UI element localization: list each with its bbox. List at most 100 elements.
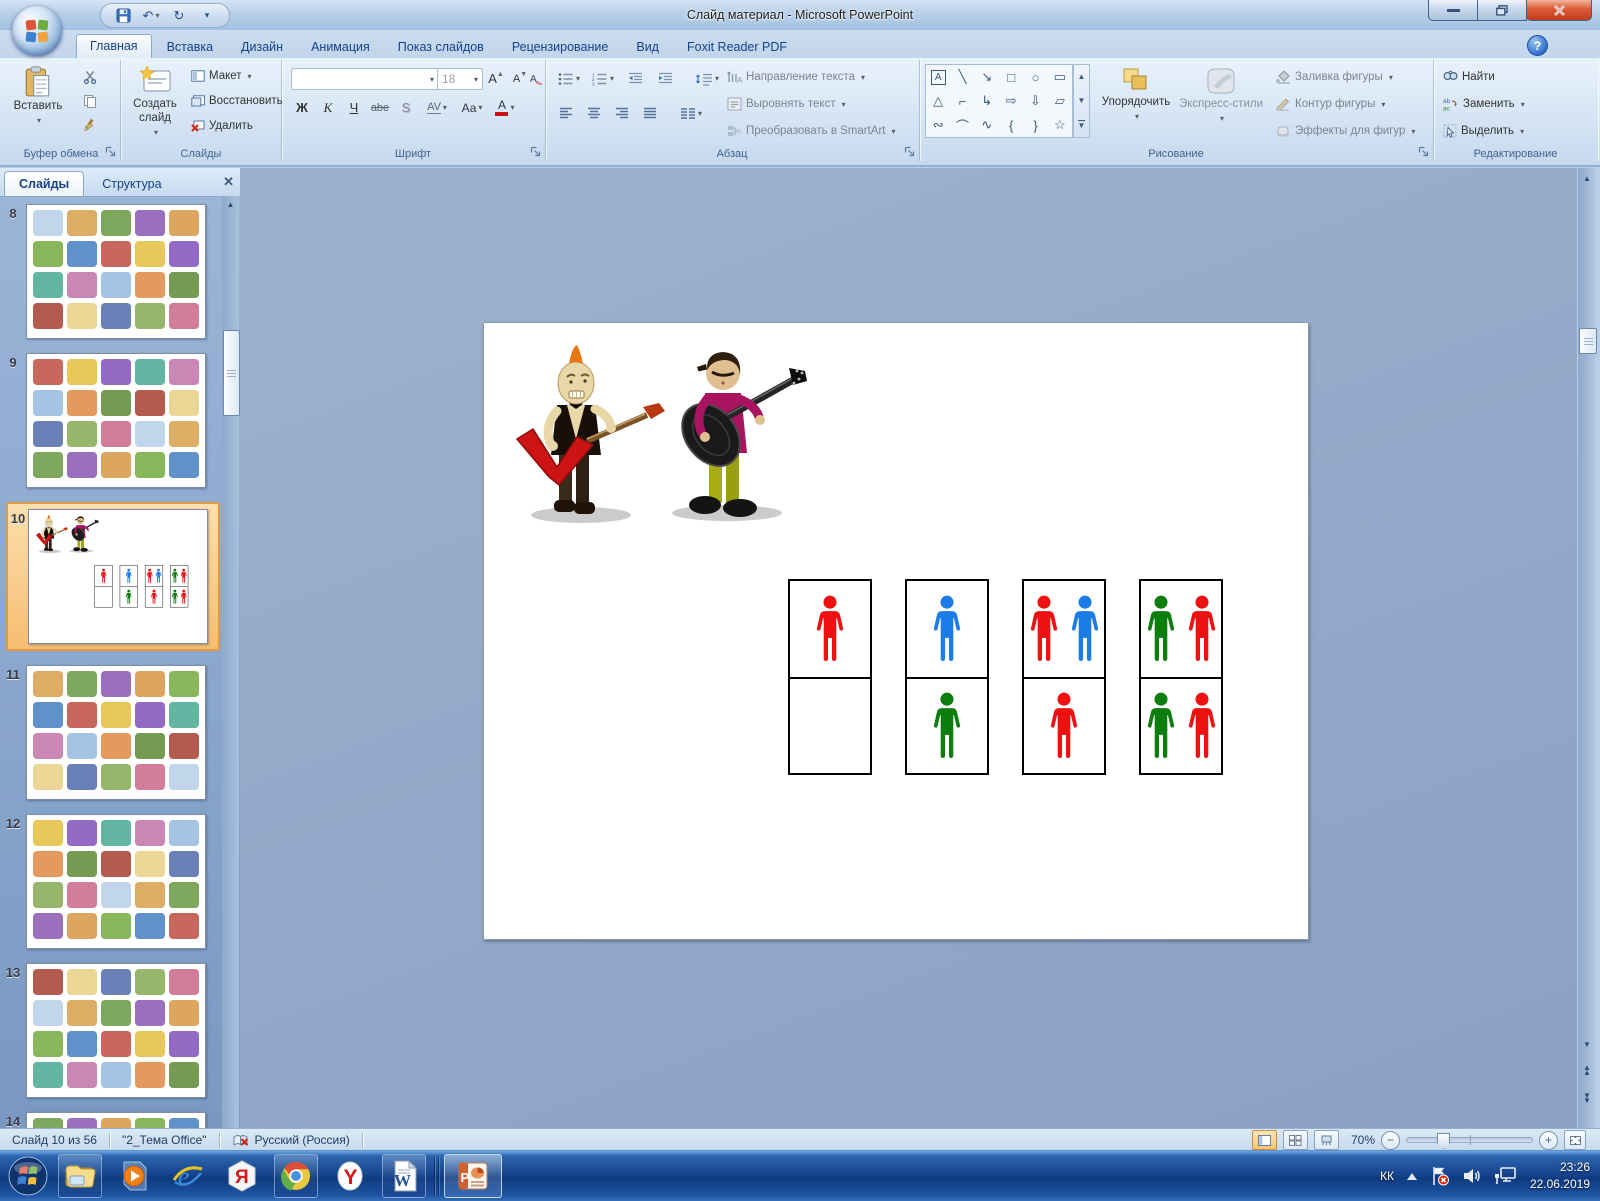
language-indicator[interactable]: КК — [1380, 1169, 1394, 1183]
taskbar-chrome-button[interactable] — [274, 1154, 318, 1198]
tab-вид[interactable]: Вид — [623, 36, 672, 58]
selected-thumbnail-wrap[interactable]: 10 — [6, 502, 220, 651]
tab-slides[interactable]: Слайды — [4, 171, 84, 196]
columns-button[interactable]: ▾ — [673, 102, 709, 125]
slide-thumbnail-11[interactable] — [26, 665, 206, 800]
slide-thumbnail-14[interactable] — [26, 1112, 206, 1128]
delete-slide-button[interactable]: Удалить — [191, 120, 253, 132]
taskbar-yandex-button[interactable]: Y — [328, 1154, 372, 1198]
restore-button[interactable] — [1477, 0, 1527, 21]
bullets-button[interactable]: ▾ — [553, 67, 585, 90]
numbering-button[interactable]: 123 ▾ — [587, 67, 619, 90]
minimize-button[interactable] — [1428, 0, 1478, 21]
guitarists-clipart[interactable] — [499, 343, 809, 533]
paragraph-dialog-launcher[interactable] — [904, 146, 916, 158]
close-button[interactable] — [1526, 0, 1592, 21]
font-size-combo[interactable]: 18 ▾ — [437, 68, 483, 90]
reset-slide-button[interactable]: Восстановить — [191, 95, 283, 107]
shape-glyph-1[interactable]: A — [931, 70, 946, 85]
slide-thumbnail-10[interactable] — [28, 509, 208, 644]
zoom-in-button[interactable]: + — [1539, 1131, 1558, 1150]
zoom-slider-handle[interactable] — [1437, 1133, 1450, 1149]
guitarists-clipart[interactable] — [32, 514, 99, 555]
shape-glyph-15[interactable]: ∿ — [975, 113, 999, 137]
clock[interactable]: 23:26 22.06.2019 — [1530, 1159, 1590, 1194]
taskbar-yandex-browser-button[interactable]: Я — [220, 1154, 264, 1198]
shape-glyph-2[interactable]: ╲ — [950, 65, 974, 89]
domino-card-3[interactable] — [1022, 579, 1106, 775]
increase-indent-button[interactable] — [651, 67, 679, 90]
arrange-button[interactable]: Упорядочить ▾ — [1099, 66, 1173, 121]
tab-рецензирование[interactable]: Рецензирование — [499, 36, 622, 58]
cut-button[interactable] — [78, 66, 102, 88]
volume-icon[interactable] — [1462, 1167, 1482, 1185]
office-button[interactable] — [12, 6, 62, 56]
scroll-down-icon[interactable]: ▼ — [1578, 1036, 1596, 1053]
domino-card-1[interactable] — [95, 565, 113, 607]
clear-formatting-button[interactable]: A — [527, 67, 545, 90]
scroll-up-icon[interactable]: ▲ — [1578, 170, 1596, 187]
align-left-button[interactable] — [553, 102, 579, 125]
tab-outline[interactable]: Структура — [88, 172, 175, 196]
shape-glyph-6[interactable]: ▭ — [1048, 65, 1072, 89]
slide-canvas[interactable] — [483, 322, 1309, 940]
tab-показ-слайдов[interactable]: Показ слайдов — [385, 36, 497, 58]
domino-card-4[interactable] — [1139, 579, 1223, 775]
taskbar-word-button[interactable]: W — [382, 1154, 426, 1198]
shape-fill-button[interactable]: Заливка фигуры ▾ — [1275, 70, 1393, 84]
shape-glyph-11[interactable]: ⇩ — [1023, 89, 1047, 113]
hidden-icons-chevron-icon[interactable] — [1406, 1172, 1418, 1181]
shape-glyph-8[interactable]: ⌐ — [950, 89, 974, 113]
slide-thumbnail-13[interactable] — [26, 963, 206, 1098]
undo-button[interactable]: ↶▾ — [141, 7, 161, 25]
next-slide-button[interactable]: ▼▼ — [1578, 1090, 1596, 1107]
grow-font-button[interactable]: А▲ — [483, 67, 509, 90]
tab-вставка[interactable]: Вставка — [154, 36, 226, 58]
panel-close-icon[interactable]: ✕ — [223, 174, 234, 190]
repeat-button[interactable]: ↻ — [169, 7, 189, 25]
font-name-combo[interactable]: ▾ — [291, 68, 439, 90]
slide-thumbnail-9[interactable] — [26, 353, 206, 488]
domino-card-1[interactable] — [788, 579, 872, 775]
scroll-up-icon[interactable]: ▲ — [222, 196, 239, 213]
text-shadow-button[interactable]: S — [393, 96, 419, 119]
convert-smartart-button[interactable]: Преобразовать в SmartArt ▾ — [727, 124, 896, 138]
editor-scroll-thumb[interactable] — [1579, 328, 1597, 354]
action-center-flag-icon[interactable] — [1430, 1166, 1450, 1186]
drawing-dialog-launcher[interactable] — [1418, 146, 1430, 158]
copy-button[interactable] — [78, 90, 102, 112]
save-button[interactable] — [113, 7, 133, 25]
taskbar-explorer-button[interactable] — [58, 1154, 102, 1198]
slide-thumbnail-8[interactable] — [26, 204, 206, 339]
shape-glyph-17[interactable]: } — [1023, 113, 1047, 137]
tab-дизайн[interactable]: Дизайн — [228, 36, 296, 58]
spellcheck-status[interactable]: Русский (Россия) — [220, 1133, 362, 1148]
shape-glyph-16[interactable]: { — [999, 113, 1023, 137]
qat-more-button[interactable]: ▾ — [197, 7, 217, 25]
align-text-button[interactable]: Выровнять текст ▾ — [727, 97, 846, 111]
tab-главная[interactable]: Главная — [76, 34, 152, 58]
text-direction-button[interactable]: A Направление текста ▾ — [727, 70, 865, 84]
new-slide-button[interactable]: Создать слайд ▾ — [127, 66, 183, 137]
zoom-out-button[interactable]: − — [1381, 1131, 1400, 1150]
shape-glyph-7[interactable]: △ — [926, 89, 950, 113]
shape-glyph-10[interactable]: ⇨ — [999, 89, 1023, 113]
previous-slide-button[interactable]: ▲▲ — [1578, 1062, 1596, 1079]
editor-scrollbar[interactable]: ▲ ▼ ▲▲ ▼▼ — [1578, 168, 1596, 1128]
layout-button[interactable]: Макет ▾ — [191, 70, 252, 82]
format-painter-button[interactable] — [78, 114, 102, 136]
italic-button[interactable]: К — [315, 96, 341, 119]
shape-effects-button[interactable]: Эффекты для фигур ▾ — [1275, 124, 1415, 138]
shape-glyph-3[interactable]: ↘ — [975, 65, 999, 89]
paste-button[interactable]: Вставить ▾ — [12, 66, 64, 125]
justify-button[interactable] — [637, 102, 663, 125]
shape-glyph-13[interactable]: ∾ — [926, 113, 950, 137]
quick-styles-button[interactable]: Экспресс-стили ▾ — [1177, 66, 1265, 123]
change-case-button[interactable]: Аа▾ — [455, 96, 489, 119]
align-center-button[interactable] — [581, 102, 607, 125]
network-icon[interactable] — [1494, 1166, 1518, 1186]
shapes-gallery-scroll[interactable]: ▲ ▼ ▼ — [1073, 64, 1090, 138]
taskbar-powerpoint-button[interactable]: P — [444, 1154, 502, 1198]
slideshow-view-button[interactable] — [1314, 1130, 1339, 1150]
domino-card-2[interactable] — [905, 579, 989, 775]
